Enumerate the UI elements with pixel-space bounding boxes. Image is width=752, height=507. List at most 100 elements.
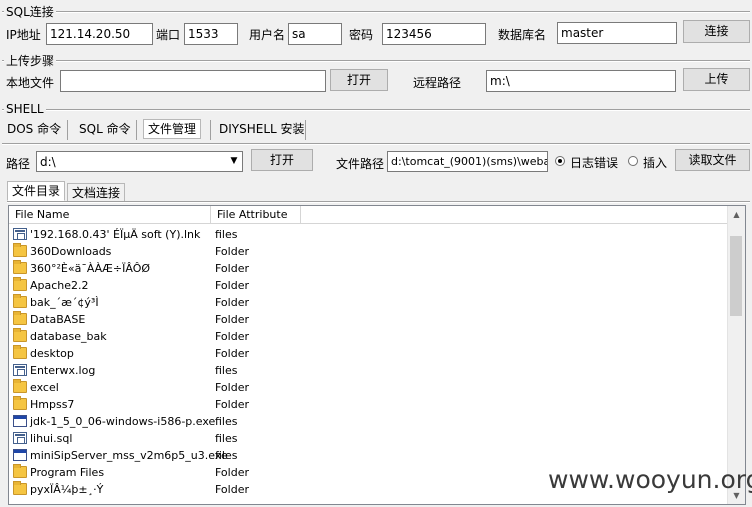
file-name-text: database_bak	[30, 330, 107, 343]
file-attribute-cell: Folder	[215, 347, 249, 360]
table-row[interactable]: 360Downloads Folder	[9, 243, 729, 260]
file-attribute-cell: Folder	[215, 296, 249, 309]
table-row[interactable]: miniSipServer_mss_v2m6p5_u3.exe files	[9, 447, 729, 464]
tab-separator	[67, 120, 68, 140]
folder-icon	[13, 481, 27, 495]
path-select-value: d:\	[40, 155, 56, 169]
file-name-cell: excel	[13, 379, 59, 396]
file-name-text: miniSipServer_mss_v2m6p5_u3.exe	[30, 449, 228, 462]
subtab-file-directory[interactable]: 文件目录	[7, 181, 66, 201]
tab-separator	[210, 120, 211, 140]
file-name-text: desktop	[30, 347, 74, 360]
radio-insert-label: 插入	[643, 156, 668, 170]
sql-section-title: SQL连接	[4, 3, 56, 20]
file-name-text: '192.168.0.43' ÉÏµÄ soft (Y).lnk	[30, 228, 201, 241]
folder-icon	[13, 396, 27, 410]
exe-icon	[13, 415, 27, 427]
folder-icon	[13, 260, 27, 274]
file-name-cell: desktop	[13, 345, 74, 362]
file-name-cell: Hmpss7	[13, 396, 74, 413]
table-row[interactable]: bak_´æ´¢ý³Ì Folder	[9, 294, 729, 311]
user-input[interactable]: sa	[288, 23, 342, 45]
file-name-text: bak_´æ´¢ý³Ì	[30, 296, 99, 309]
tab-diyshell-install[interactable]: DIYSHELL 安装	[215, 120, 309, 138]
file-attribute-cell: Folder	[215, 466, 249, 479]
file-attribute-cell: files	[215, 228, 238, 241]
folder-icon	[13, 243, 27, 257]
read-file-button[interactable]: 读取文件	[675, 149, 750, 171]
password-input[interactable]: 123456	[382, 23, 486, 45]
path-open-button[interactable]: 打开	[251, 149, 313, 171]
table-row[interactable]: excel Folder	[9, 379, 729, 396]
radio-log-error-label: 日志错误	[570, 156, 619, 170]
tab-sql-command[interactable]: SQL 命令	[75, 120, 135, 138]
vertical-scrollbar[interactable]: ▲ ▼	[727, 206, 745, 504]
tab-separator	[305, 120, 306, 140]
user-label: 用户名	[249, 28, 286, 42]
file-name-text: Program Files	[30, 466, 105, 479]
file-name-text: jdk-1_5_0_06-windows-i586-p.exe	[30, 415, 216, 428]
column-header-file-name[interactable]: File Name	[9, 206, 211, 224]
port-input[interactable]: 1533	[184, 23, 238, 45]
file-icon	[13, 364, 27, 376]
table-row[interactable]: Enterwx.log files	[9, 362, 729, 379]
table-row[interactable]: desktop Folder	[9, 345, 729, 362]
connect-button[interactable]: 连接	[683, 20, 750, 43]
scrollbar-thumb[interactable]	[730, 236, 742, 316]
file-attribute-cell: Folder	[215, 330, 249, 343]
table-row[interactable]: 360°²È«ä¯ÀÀÆ÷ÏÂÔØ Folder	[9, 260, 729, 277]
file-name-text: excel	[30, 381, 59, 394]
local-open-button[interactable]: 打开	[330, 69, 388, 91]
table-row[interactable]: Hmpss7 Folder	[9, 396, 729, 413]
upload-button[interactable]: 上传	[683, 68, 750, 91]
shell-section-title: SHELL	[4, 102, 46, 116]
remote-path-input[interactable]: m:\	[486, 70, 676, 92]
tab-file-manager[interactable]: 文件管理	[143, 119, 202, 139]
table-row[interactable]: database_bak Folder	[9, 328, 729, 345]
file-path-label: 文件路径	[336, 157, 385, 171]
path-select[interactable]: d:\	[36, 151, 243, 172]
radio-log-error[interactable]	[555, 156, 565, 166]
table-row[interactable]: Apache2.2 Folder	[9, 277, 729, 294]
db-label: 数据库名	[498, 28, 547, 42]
file-name-cell: 360°²È«ä¯ÀÀÆ÷ÏÂÔØ	[13, 260, 150, 277]
folder-icon	[13, 328, 27, 342]
password-label: 密码	[349, 28, 374, 42]
tab-strip-divider	[2, 143, 750, 145]
folder-icon	[13, 294, 27, 308]
upload-section-title: 上传步骤	[4, 52, 57, 69]
file-name-cell: pyxÏÂ¼þ±¸·Ý	[13, 481, 103, 498]
file-list[interactable]: File Name File Attribute '192.168.0.43' …	[8, 205, 746, 505]
scroll-up-arrow-icon[interactable]: ▲	[728, 206, 745, 223]
file-attribute-cell: Folder	[215, 381, 249, 394]
local-file-label: 本地文件	[6, 76, 55, 90]
db-input[interactable]: master	[557, 22, 677, 44]
table-row[interactable]: DataBASE Folder	[9, 311, 729, 328]
column-header-file-attribute[interactable]: File Attribute	[211, 206, 301, 224]
table-row[interactable]: jdk-1_5_0_06-windows-i586-p.exe files	[9, 413, 729, 430]
exe-icon	[13, 449, 27, 461]
radio-insert[interactable]	[628, 156, 638, 166]
file-name-cell: Apache2.2	[13, 277, 89, 294]
sql-section-divider	[2, 11, 750, 13]
upload-section-divider	[2, 60, 750, 62]
table-row[interactable]: '192.168.0.43' ÉÏµÄ soft (Y).lnk files	[9, 226, 729, 243]
table-row[interactable]: lihui.sql files	[9, 430, 729, 447]
local-file-input[interactable]	[60, 70, 326, 92]
watermark: www.wooyun.org	[548, 465, 752, 494]
file-name-cell: '192.168.0.43' ÉÏµÄ soft (Y).lnk	[13, 226, 200, 243]
file-icon	[13, 432, 27, 444]
shell-section-divider	[2, 109, 750, 111]
file-attribute-cell: Folder	[215, 313, 249, 326]
chevron-down-icon[interactable]: ▼	[226, 152, 242, 171]
folder-icon	[13, 464, 27, 478]
folder-icon	[13, 311, 27, 325]
file-name-text: pyxÏÂ¼þ±¸·Ý	[30, 483, 104, 496]
file-path-input[interactable]: d:\tomcat_(9001)(sms)\webapps	[387, 151, 548, 172]
path-label: 路径	[6, 157, 31, 171]
file-attribute-cell: files	[215, 432, 238, 445]
ip-input[interactable]: 121.14.20.50	[46, 23, 153, 45]
subtab-document-link[interactable]: 文档连接	[67, 183, 126, 202]
tab-dos-command[interactable]: DOS 命令	[3, 120, 65, 138]
tab-separator	[136, 120, 137, 140]
